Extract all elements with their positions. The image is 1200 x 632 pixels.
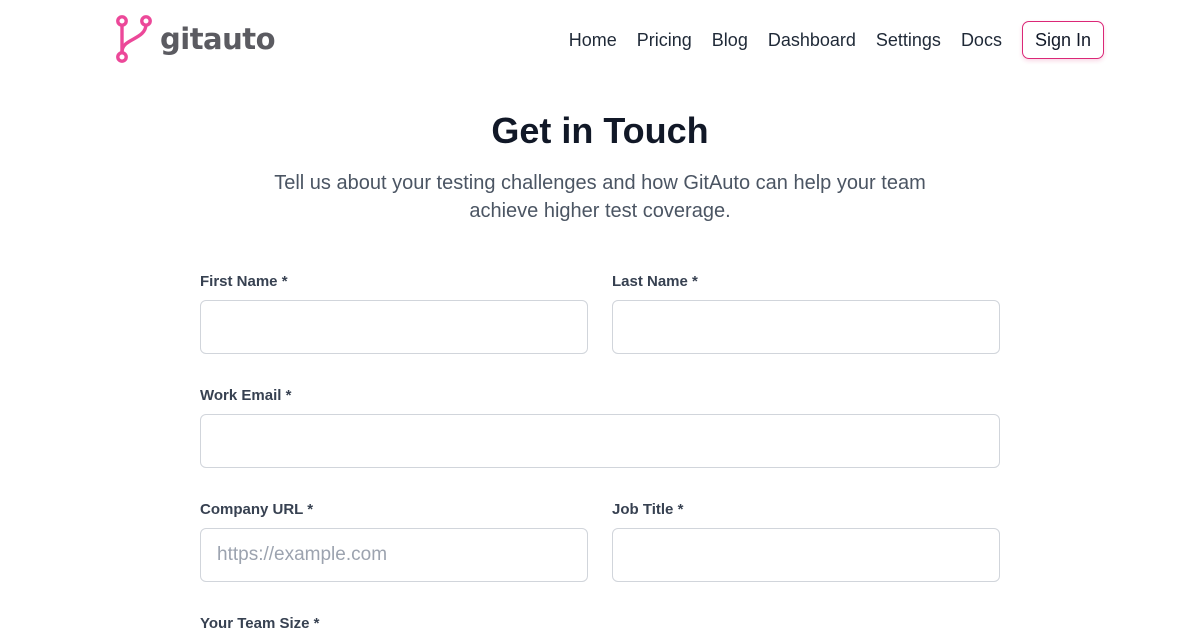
first-name-label: First Name * — [200, 273, 288, 290]
nav-link-blog[interactable]: Blog — [712, 21, 748, 59]
first-name-input[interactable] — [200, 300, 588, 354]
team-size-label: Your Team Size * — [200, 615, 320, 632]
last-name-input[interactable] — [612, 300, 1000, 354]
brand-logo-link[interactable]: gitauto — [114, 14, 276, 64]
last-name-label: Last Name * — [612, 273, 698, 290]
git-branch-icon — [116, 15, 152, 63]
nav-link-settings[interactable]: Settings — [876, 21, 941, 59]
main-nav: Home Pricing Blog Dashboard Settings Doc… — [569, 21, 1104, 59]
page-title: Get in Touch — [491, 110, 709, 151]
site-header: gitauto Home Pricing Blog Dashboard Sett… — [0, 0, 1200, 80]
job-title-input[interactable] — [612, 528, 1000, 582]
nav-link-docs[interactable]: Docs — [961, 21, 1002, 59]
sign-in-button[interactable]: Sign In — [1021, 21, 1104, 59]
work-email-input[interactable] — [200, 414, 1000, 468]
company-url-label: Company URL * — [200, 501, 314, 518]
company-url-input[interactable] — [200, 528, 588, 582]
brand-name: gitauto — [160, 22, 276, 56]
nav-link-home[interactable]: Home — [569, 21, 617, 59]
page-subtitle: Tell us about your testing challenges an… — [274, 172, 926, 222]
nav-link-pricing[interactable]: Pricing — [637, 21, 692, 59]
job-title-label: Job Title * — [612, 501, 684, 518]
nav-link-dashboard[interactable]: Dashboard — [768, 21, 856, 59]
work-email-label: Work Email * — [200, 387, 292, 404]
